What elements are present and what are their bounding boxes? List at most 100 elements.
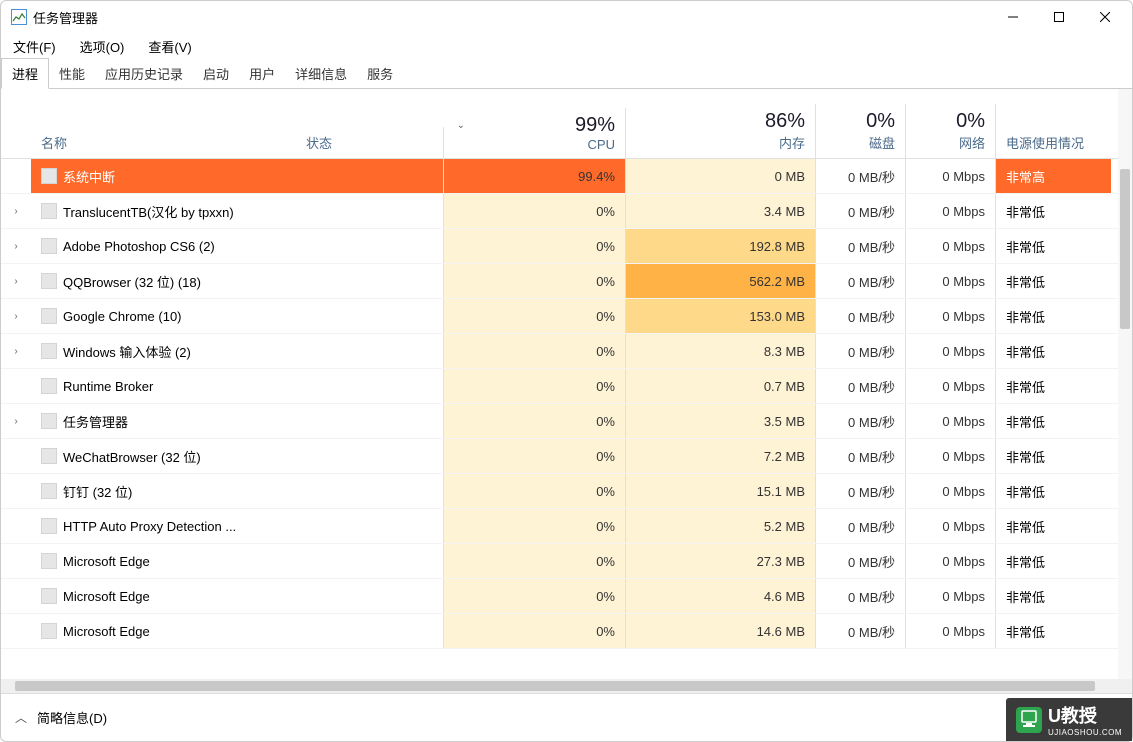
process-power: 非常低 xyxy=(996,474,1111,508)
fewer-details-link[interactable]: 简略信息(D) xyxy=(37,708,107,727)
vertical-scrollbar[interactable] xyxy=(1118,89,1132,679)
column-header-name[interactable]: 名称 xyxy=(31,127,296,158)
process-name-cell: 任务管理器 xyxy=(31,404,296,438)
process-status xyxy=(296,369,444,403)
process-name: HTTP Auto Proxy Detection ... xyxy=(63,519,236,534)
process-memory: 7.2 MB xyxy=(626,439,816,473)
process-row[interactable]: Microsoft Edge0%14.6 MB0 MB/秒0 Mbps非常低 xyxy=(1,614,1132,649)
tab-3[interactable]: 启动 xyxy=(193,59,239,88)
column-header-status[interactable]: 状态 xyxy=(296,127,444,158)
process-row[interactable]: 钉钉 (32 位)0%15.1 MB0 MB/秒0 Mbps非常低 xyxy=(1,474,1132,509)
column-header-memory[interactable]: 86% 内存 xyxy=(626,104,816,158)
process-name-cell: Microsoft Edge xyxy=(31,614,296,648)
tab-1[interactable]: 性能 xyxy=(49,59,95,88)
process-icon xyxy=(41,343,57,359)
process-name: Microsoft Edge xyxy=(63,554,150,569)
process-row[interactable]: HTTP Auto Proxy Detection ...0%5.2 MB0 M… xyxy=(1,509,1132,544)
tab-0[interactable]: 进程 xyxy=(1,58,49,89)
process-name: Google Chrome (10) xyxy=(63,309,182,324)
expand-toggle[interactable]: › xyxy=(1,264,31,298)
expand-toggle[interactable]: › xyxy=(1,404,31,438)
process-name-cell: Microsoft Edge xyxy=(31,579,296,613)
column-header-cpu[interactable]: ⌄ 99% CPU xyxy=(444,108,626,158)
tab-5[interactable]: 详细信息 xyxy=(285,59,357,88)
process-disk: 0 MB/秒 xyxy=(816,369,906,403)
watermark: U教授 UJIAOSHOU.COM xyxy=(1006,698,1132,741)
process-cpu: 0% xyxy=(444,229,626,263)
chevron-up-icon[interactable]: ︿ xyxy=(15,709,27,726)
process-status xyxy=(296,264,444,298)
process-name: QQBrowser (32 位) (18) xyxy=(63,272,201,291)
process-network: 0 Mbps xyxy=(906,159,996,193)
column-header-power[interactable]: 电源使用情况 xyxy=(996,127,1111,158)
footer: ︿ 简略信息(D) U教授 UJIAOSHOU.COM xyxy=(1,693,1132,741)
process-network: 0 Mbps xyxy=(906,369,996,403)
process-icon xyxy=(41,413,57,429)
process-status xyxy=(296,509,444,543)
scrollbar-thumb[interactable] xyxy=(15,681,1095,691)
process-power: 非常低 xyxy=(996,579,1111,613)
process-row[interactable]: Microsoft Edge0%27.3 MB0 MB/秒0 Mbps非常低 xyxy=(1,544,1132,579)
process-status xyxy=(296,544,444,578)
titlebar[interactable]: 任务管理器 xyxy=(1,1,1132,33)
process-name-cell: Microsoft Edge xyxy=(31,544,296,578)
expand-toggle[interactable]: › xyxy=(1,334,31,368)
process-power: 非常低 xyxy=(996,544,1111,578)
tab-6[interactable]: 服务 xyxy=(357,59,403,88)
horizontal-scrollbar[interactable] xyxy=(1,679,1132,693)
process-row[interactable]: ›Windows 输入体验 (2)0%8.3 MB0 MB/秒0 Mbps非常低 xyxy=(1,334,1132,369)
expand-toggle[interactable]: › xyxy=(1,229,31,263)
process-row[interactable]: ›QQBrowser (32 位) (18)0%562.2 MB0 MB/秒0 … xyxy=(1,264,1132,299)
process-memory: 5.2 MB xyxy=(626,509,816,543)
process-row[interactable]: WeChatBrowser (32 位)0%7.2 MB0 MB/秒0 Mbps… xyxy=(1,439,1132,474)
tab-2[interactable]: 应用历史记录 xyxy=(95,59,193,88)
process-icon xyxy=(41,623,57,639)
tab-4[interactable]: 用户 xyxy=(239,59,285,88)
menu-file[interactable]: 文件(F) xyxy=(7,35,62,58)
process-network: 0 Mbps xyxy=(906,334,996,368)
expand-toggle[interactable]: › xyxy=(1,299,31,333)
process-row[interactable]: ›Google Chrome (10)0%153.0 MB0 MB/秒0 Mbp… xyxy=(1,299,1132,334)
expand-toggle[interactable]: › xyxy=(1,194,31,228)
process-network: 0 Mbps xyxy=(906,579,996,613)
process-memory: 192.8 MB xyxy=(626,229,816,263)
process-status xyxy=(296,474,444,508)
process-name: 钉钉 (32 位) xyxy=(63,482,132,501)
process-name: Microsoft Edge xyxy=(63,624,150,639)
process-network: 0 Mbps xyxy=(906,264,996,298)
expand-toggle xyxy=(1,579,31,613)
process-disk: 0 MB/秒 xyxy=(816,229,906,263)
close-button[interactable] xyxy=(1082,1,1128,33)
column-header-network[interactable]: 0% 网络 xyxy=(906,104,996,158)
process-row[interactable]: ›任务管理器0%3.5 MB0 MB/秒0 Mbps非常低 xyxy=(1,404,1132,439)
process-row[interactable]: 系统中断99.4%0 MB0 MB/秒0 Mbps非常高 xyxy=(1,159,1132,194)
process-row[interactable]: ›TranslucentTB(汉化 by tpxxn)0%3.4 MB0 MB/… xyxy=(1,194,1132,229)
process-cpu: 0% xyxy=(444,474,626,508)
process-row[interactable]: Microsoft Edge0%4.6 MB0 MB/秒0 Mbps非常低 xyxy=(1,579,1132,614)
process-name: 任务管理器 xyxy=(63,412,128,431)
process-disk: 0 MB/秒 xyxy=(816,614,906,648)
process-row[interactable]: Runtime Broker0%0.7 MB0 MB/秒0 Mbps非常低 xyxy=(1,369,1132,404)
process-name-cell: WeChatBrowser (32 位) xyxy=(31,439,296,473)
maximize-button[interactable] xyxy=(1036,1,1082,33)
process-status xyxy=(296,404,444,438)
process-row[interactable]: › Adobe Photoshop CS6 (2) 0%192.8 MB0 MB/秒… xyxy=(1,229,1132,264)
process-name: WeChatBrowser (32 位) xyxy=(63,447,201,466)
menu-view[interactable]: 查看(V) xyxy=(142,35,197,58)
process-name: Adobe Photoshop CS6 (2) xyxy=(63,239,215,254)
minimize-button[interactable] xyxy=(990,1,1036,33)
process-name-cell: Windows 输入体验 (2) xyxy=(31,334,296,368)
menu-options[interactable]: 选项(O) xyxy=(74,35,131,58)
process-name: Windows 输入体验 (2) xyxy=(63,342,191,361)
column-header-disk[interactable]: 0% 磁盘 xyxy=(816,104,906,158)
process-disk: 0 MB/秒 xyxy=(816,159,906,193)
app-icon xyxy=(11,9,27,25)
process-network: 0 Mbps xyxy=(906,404,996,438)
process-network: 0 Mbps xyxy=(906,229,996,263)
process-icon xyxy=(41,238,57,254)
process-disk: 0 MB/秒 xyxy=(816,334,906,368)
process-name: Runtime Broker xyxy=(63,379,153,394)
process-cpu: 0% xyxy=(444,579,626,613)
scrollbar-thumb[interactable] xyxy=(1120,169,1130,329)
process-name-cell: Adobe Photoshop CS6 (2) xyxy=(31,229,296,263)
